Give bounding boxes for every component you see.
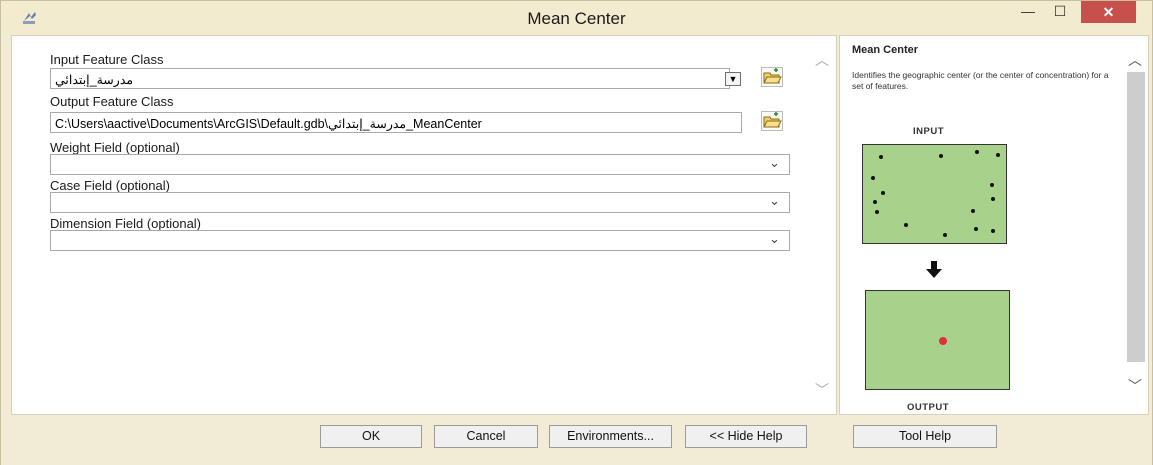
minimize-button[interactable]: — bbox=[1013, 1, 1043, 23]
input-point bbox=[873, 200, 877, 204]
output-feature-class-field[interactable]: C:\Users\aactive\Documents\ArcGIS\Defaul… bbox=[50, 112, 742, 133]
input-point bbox=[871, 176, 875, 180]
input-browse-button[interactable] bbox=[761, 67, 783, 87]
mean-center-point bbox=[939, 337, 947, 345]
output-feature-class-label: Output Feature Class bbox=[50, 94, 174, 109]
input-point bbox=[971, 209, 975, 213]
input-point bbox=[939, 154, 943, 158]
case-field-dropdown[interactable] bbox=[50, 192, 790, 213]
input-point bbox=[875, 210, 879, 214]
input-point bbox=[996, 153, 1000, 157]
folder-open-icon bbox=[763, 112, 782, 128]
environments-button[interactable]: Environments... bbox=[549, 425, 672, 448]
input-point bbox=[974, 227, 978, 231]
help-description: Identifies the geographic center (or the… bbox=[852, 70, 1109, 91]
scroll-up-icon[interactable]: ︿ bbox=[1128, 50, 1142, 70]
input-feature-class-label: Input Feature Class bbox=[50, 52, 164, 67]
close-button[interactable]: ✕ bbox=[1081, 1, 1136, 23]
hide-help-button[interactable]: << Hide Help bbox=[685, 425, 807, 448]
input-point bbox=[881, 191, 885, 195]
tool-help-button[interactable]: Tool Help bbox=[853, 425, 997, 448]
help-scrollbar[interactable]: ︿ ﹀ bbox=[1124, 36, 1148, 414]
case-field-label: Case Field (optional) bbox=[50, 178, 170, 193]
parameters-scrollbar[interactable]: ︿ ﹀ bbox=[809, 36, 835, 414]
dimension-field-dropdown[interactable] bbox=[50, 230, 790, 251]
chevron-down-icon[interactable]: ⌄ bbox=[769, 155, 780, 171]
button-bar: OK Cancel Environments... << Hide Help T… bbox=[1, 415, 1152, 465]
folder-open-icon bbox=[763, 68, 782, 84]
scroll-up-icon[interactable]: ︿ bbox=[815, 50, 829, 70]
scroll-down-icon[interactable]: ﹀ bbox=[1128, 376, 1142, 396]
diagram-input-label: INPUT bbox=[913, 126, 944, 137]
input-dropdown-button[interactable]: ▼ bbox=[725, 72, 741, 86]
window-title: Mean Center bbox=[527, 9, 626, 28]
weight-field-label: Weight Field (optional) bbox=[50, 140, 180, 155]
output-feature-class-value: C:\Users\aactive\Documents\ArcGIS\Defaul… bbox=[55, 117, 482, 131]
input-feature-class-value: مدرسة_إبتدائي bbox=[55, 73, 134, 87]
chevron-down-icon[interactable]: ⌄ bbox=[769, 231, 780, 247]
input-feature-class-field[interactable]: مدرسة_إبتدائي bbox=[50, 68, 730, 89]
help-scroll-thumb[interactable] bbox=[1127, 72, 1145, 362]
input-point bbox=[975, 150, 979, 154]
input-point bbox=[904, 223, 908, 227]
input-point bbox=[990, 183, 994, 187]
title-bar: Mean Center — ☐ ✕ bbox=[1, 1, 1152, 35]
input-diagram bbox=[862, 144, 1007, 244]
mean-center-dialog: Mean Center — ☐ ✕ Input Feature Class مد… bbox=[0, 0, 1153, 465]
parameters-panel: Input Feature Class مدرسة_إبتدائي ▼ Outp… bbox=[11, 35, 837, 415]
maximize-button[interactable]: ☐ bbox=[1045, 1, 1075, 23]
input-point bbox=[879, 155, 883, 159]
weight-field-dropdown[interactable] bbox=[50, 154, 790, 175]
output-diagram bbox=[865, 290, 1010, 390]
cancel-button[interactable]: Cancel bbox=[434, 425, 538, 448]
input-point bbox=[991, 229, 995, 233]
ok-button[interactable]: OK bbox=[320, 425, 422, 448]
diagram-output-label: OUTPUT bbox=[907, 402, 950, 413]
output-browse-button[interactable] bbox=[761, 111, 783, 131]
help-title: Mean Center bbox=[852, 44, 919, 56]
chevron-down-icon[interactable]: ⌄ bbox=[769, 193, 780, 209]
input-point bbox=[991, 197, 995, 201]
help-panel: Mean Center Identifies the geographic ce… bbox=[839, 35, 1149, 415]
dimension-field-label: Dimension Field (optional) bbox=[50, 216, 202, 231]
dropdown-arrow-icon: ▼ bbox=[728, 74, 738, 84]
scroll-down-icon[interactable]: ﹀ bbox=[815, 380, 829, 400]
input-point bbox=[943, 233, 947, 237]
arrow-down-icon bbox=[926, 261, 942, 278]
